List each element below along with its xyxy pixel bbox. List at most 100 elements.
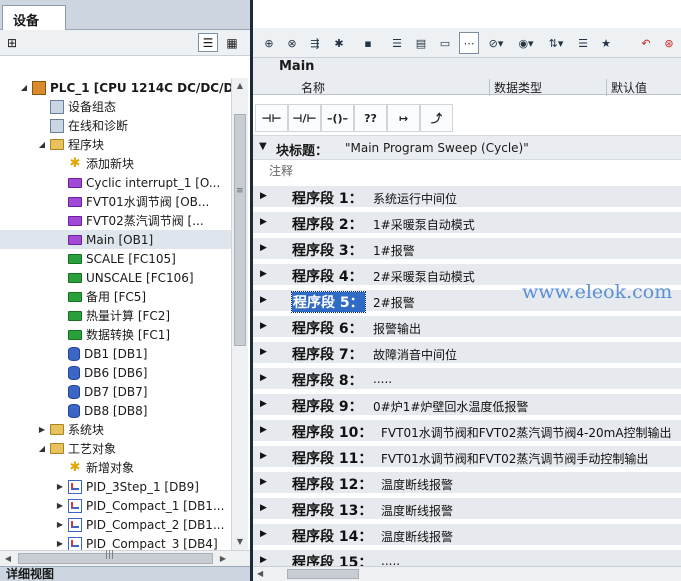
network-label[interactable]: 程序段 4：	[292, 266, 363, 286]
expand-network-icon[interactable]: ▶	[260, 477, 267, 487]
detail-view-header[interactable]: 详细视图	[0, 566, 250, 581]
editor-horizontal-scrollbar[interactable]: ◀	[253, 566, 681, 581]
network-label[interactable]: 程序段 7：	[292, 344, 363, 364]
network-label[interactable]: 程序段 12：	[292, 474, 372, 494]
expand-network-icon[interactable]: ▶	[260, 295, 267, 305]
tree-item[interactable]: 设备组态	[0, 97, 231, 116]
collapse-triangle-icon[interactable]: ◢	[36, 140, 48, 149]
tree-item[interactable]: FVT02蒸汽调节阀 [...	[0, 211, 231, 230]
insert-network-icon[interactable]: ⊕	[259, 32, 279, 54]
column-default-value[interactable]: 默认值	[606, 79, 647, 96]
network-row[interactable]: ▶ 程序段 2： 1#采暖泵自动模式	[253, 212, 681, 234]
expand-triangle-icon[interactable]: ▶	[54, 501, 66, 510]
network-row[interactable]: ▶ 程序段 8：.....	[253, 368, 681, 390]
horizontal-scrollbar-thumb[interactable]	[18, 553, 213, 564]
tree-item[interactable]: ✱ 新增对象	[0, 458, 231, 477]
expand-network-icon[interactable]: ▶	[260, 243, 267, 253]
tree-item[interactable]: SCALE [FC105]	[0, 249, 231, 268]
close-all-networks-icon[interactable]: ☰	[573, 32, 593, 54]
network-row[interactable]: ▶ 程序段 7： 故障消音中间位	[253, 342, 681, 364]
network-label[interactable]: 程序段 9：	[292, 396, 363, 416]
network-label[interactable]: 程序段 11：	[292, 448, 372, 468]
network-label[interactable]: 程序段 3：	[292, 240, 363, 260]
network-row[interactable]: ▶ 程序段 1： 系统运行中间位	[253, 186, 681, 208]
scroll-down-icon[interactable]: ▼	[232, 534, 248, 550]
network-title[interactable]: 2#采暖泵自动模式	[373, 268, 475, 285]
expand-network-icon[interactable]: ▶	[260, 217, 267, 227]
network-row[interactable]: ▶ 程序段 6： 报警输出	[253, 316, 681, 338]
open-all-networks-icon[interactable]: ★	[596, 32, 616, 54]
tree-item[interactable]: DB1 [DB1]	[0, 344, 231, 363]
column-data-type[interactable]: 数据类型	[489, 79, 542, 96]
tree-item[interactable]: ✱ 添加新块	[0, 154, 231, 173]
breakpoint-icon[interactable]: ◉▾	[513, 32, 539, 54]
tree-item[interactable]: DB8 [DB8]	[0, 401, 231, 420]
call-environment-icon[interactable]: ⇅▾	[543, 32, 569, 54]
normally-open-contact-icon[interactable]: ⊣⊢	[255, 104, 288, 132]
details-view-icon[interactable]: ☰	[198, 33, 218, 52]
tree-item[interactable]: DB7 [DB7]	[0, 382, 231, 401]
network-label[interactable]: 程序段 10：	[292, 422, 372, 442]
block-title-value[interactable]: "Main Program Sweep (Cycle)"	[345, 141, 529, 155]
block-interface-icon[interactable]: ▪	[358, 32, 378, 54]
network-title[interactable]: 故障消音中间位	[373, 346, 457, 363]
tree-item[interactable]: ◢ 程序块	[0, 135, 231, 154]
device-overview-icon[interactable]: ⊞	[2, 33, 22, 52]
network-label[interactable]: 程序段 8：	[292, 370, 363, 390]
network-label[interactable]: 程序段 1：	[292, 188, 363, 208]
expand-network-icon[interactable]: ▶	[260, 321, 267, 331]
favorites-icon[interactable]: ▤	[411, 32, 431, 54]
absolute-operand-icon[interactable]: ☰	[387, 32, 407, 54]
block-title-row[interactable]: ▼ 块标题： "Main Program Sweep (Cycle)"	[253, 136, 681, 160]
network-title[interactable]: FVT01水调节阀和FVT02蒸汽调节阀4-20mA控制输出	[381, 424, 672, 441]
network-row[interactable]: ▶ 程序段 14： 温度断线报警	[253, 524, 681, 546]
network-row[interactable]: ▶ 程序段 11： FVT01水调节阀和FVT02蒸汽调节阀手动控制输出	[253, 446, 681, 468]
network-title[interactable]: 1#采暖泵自动模式	[373, 216, 475, 233]
go-to-next-error-icon[interactable]: ⊛	[659, 32, 679, 54]
devices-tab[interactable]: 设备	[2, 5, 66, 31]
expand-network-icon[interactable]: ▶	[260, 399, 267, 409]
network-title[interactable]: 0#炉1#炉壁回水温度低报警	[373, 398, 528, 415]
network-title[interactable]: 2#报警	[373, 294, 415, 311]
go-to-previous-error-icon[interactable]: ↶	[636, 32, 656, 54]
expand-triangle-icon[interactable]: ▶	[54, 539, 66, 548]
tree-item[interactable]: ◢ 工艺对象	[0, 439, 231, 458]
close-branch-icon[interactable]: ⤴	[420, 104, 453, 132]
network-title[interactable]: 系统运行中间位	[373, 190, 457, 207]
collapse-triangle-icon[interactable]: ◢	[36, 444, 48, 453]
normally-closed-contact-icon[interactable]: ⊣/⊢	[288, 104, 321, 132]
network-title[interactable]: .....	[373, 372, 392, 386]
tree-item[interactable]: ▶ PID_Compact_3 [DB4]	[0, 534, 231, 550]
scrollbar-thumb[interactable]	[234, 114, 246, 346]
expand-triangle-icon[interactable]: ▶	[54, 520, 66, 529]
network-title[interactable]: 1#报警	[373, 242, 415, 259]
network-row[interactable]: ▶ 程序段 12： 温度断线报警	[253, 472, 681, 494]
empty-box-icon[interactable]: ??	[354, 104, 387, 132]
expand-network-icon[interactable]: ▶	[260, 347, 267, 357]
scroll-right-icon[interactable]: ▶	[215, 551, 231, 567]
portal-view-icon[interactable]: ▦	[222, 33, 242, 52]
tree-item[interactable]: ▶ PID_Compact_1 [DB1...	[0, 496, 231, 515]
expand-network-icon[interactable]: ▶	[260, 373, 267, 383]
network-title[interactable]: FVT01水调节阀和FVT02蒸汽调节阀手动控制输出	[381, 450, 648, 467]
expand-triangle-icon[interactable]: ▶	[54, 482, 66, 491]
tree-horizontal-scrollbar[interactable]: ◀ ||| ▶	[0, 550, 250, 566]
network-label[interactable]: 程序段 5：	[291, 291, 366, 313]
insert-row-icon[interactable]: ⇶	[305, 32, 325, 54]
network-row[interactable]: ▶ 程序段 3： 1#报警	[253, 238, 681, 260]
network-label[interactable]: 程序段 6：	[292, 318, 363, 338]
watch-on-off-icon[interactable]: ⊘▾	[483, 32, 509, 54]
network-title[interactable]: 温度断线报警	[381, 528, 453, 545]
expand-triangle-icon[interactable]: ▶	[36, 425, 48, 434]
expand-network-icon[interactable]: ▶	[260, 529, 267, 539]
tree-item[interactable]: UNSCALE [FC106]	[0, 268, 231, 287]
tree-item[interactable]: 热量计算 [FC2]	[0, 306, 231, 325]
comments-icon[interactable]: ⋯	[459, 32, 479, 54]
expand-network-icon[interactable]: ▶	[260, 555, 267, 565]
collapse-arrow-icon[interactable]: ▼	[259, 141, 267, 152]
tree-item[interactable]: ◢ PLC_1 [CPU 1214C DC/DC/DC]	[0, 78, 231, 97]
tree-vertical-scrollbar[interactable]: ▲ ≡ ▼	[231, 78, 248, 550]
expand-network-icon[interactable]: ▶	[260, 503, 267, 513]
add-row-icon[interactable]: ✱	[329, 32, 349, 54]
expand-network-icon[interactable]: ▶	[260, 269, 267, 279]
